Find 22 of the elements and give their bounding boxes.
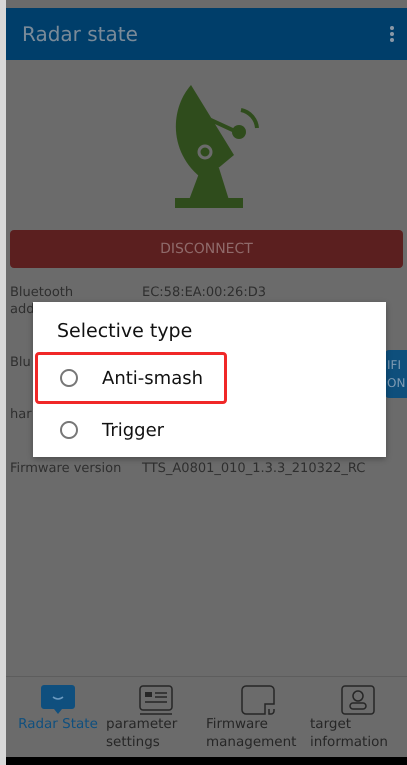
info-label: har <box>10 406 33 423</box>
info-value: EC:58:EA:00:26:D3 <box>142 284 266 301</box>
radio-option[interactable]: Trigger <box>35 404 227 456</box>
app-bar-title: Radar state <box>22 22 138 46</box>
info-label: Blu <box>10 354 32 371</box>
info-label: Bluetooth <box>10 284 74 301</box>
info-value: TTS_A0801_010_1.3.3_210322_RC <box>142 460 366 477</box>
radio-option[interactable]: Anti-smash <box>35 352 227 404</box>
wifi-button[interactable]: IFI ON <box>385 350 407 398</box>
list-card-icon <box>139 685 173 715</box>
more-menu-icon[interactable] <box>389 25 395 43</box>
chat-bubble-icon <box>41 685 75 715</box>
nav-tab[interactable]: parameter settings <box>106 677 206 757</box>
disconnect-button[interactable]: DISCONNECT <box>10 230 403 268</box>
dialog-title: Selective type <box>57 320 194 342</box>
nav-tab[interactable]: target information <box>310 677 406 757</box>
user-card-icon <box>341 685 375 715</box>
radio-button[interactable] <box>60 369 78 387</box>
info-label: Firmware version <box>10 460 122 477</box>
nav-tab[interactable]: Firmware management <box>206 677 310 757</box>
nav-tab[interactable]: Radar State <box>10 677 106 757</box>
radio-button[interactable] <box>60 421 78 439</box>
